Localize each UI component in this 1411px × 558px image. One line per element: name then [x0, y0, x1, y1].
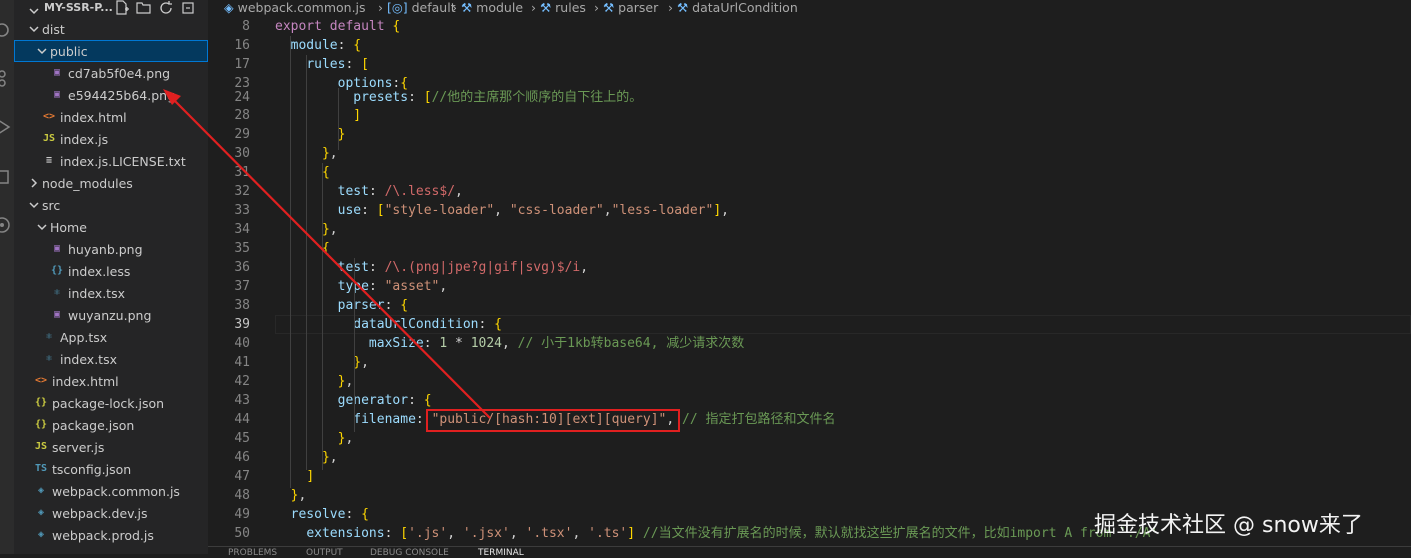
annotation-arrow	[163, 89, 491, 419]
watermark: 掘金技术社区 @ snow来了	[1094, 513, 1363, 538]
